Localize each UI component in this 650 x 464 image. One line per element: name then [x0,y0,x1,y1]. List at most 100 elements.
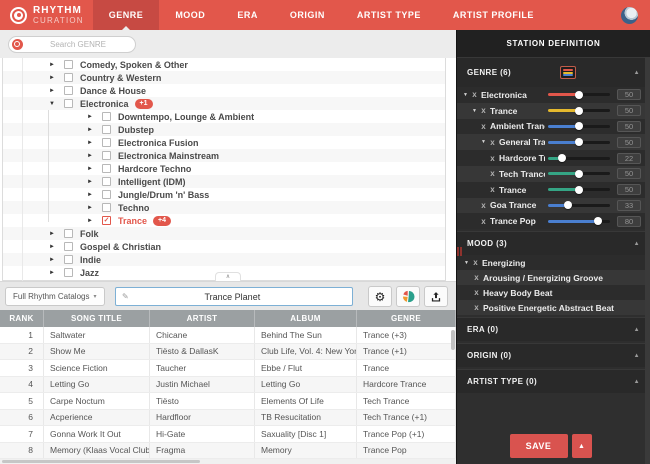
panel-scrollbar-track[interactable] [645,57,650,464]
slider-thumb[interactable] [575,122,583,130]
tab-artist-type[interactable]: ARTIST TYPE [341,0,437,30]
collapse-arrow-icon[interactable]: ▲ [634,70,640,76]
tree-item[interactable]: ►Jungle/Drum 'n' Bass [3,188,445,201]
slider-track[interactable] [548,125,610,128]
slider-track[interactable] [548,204,610,207]
slider-thumb[interactable] [575,138,583,146]
table-row[interactable]: 8Memory (Klaas Vocal Club Mix)FragmaMemo… [0,443,456,460]
expand-arrow-icon[interactable]: ► [83,205,97,211]
section-header-artist-type[interactable]: ARTIST TYPE (0) ▲ [457,369,650,393]
column-header[interactable]: GENRE [357,310,456,327]
tree-item[interactable]: ►✓Trance+4 [3,214,445,227]
expand-arrow-icon[interactable]: ► [83,166,97,172]
table-row[interactable]: 3Science FictionTaucherEbbe / FlutTrance [0,360,456,377]
tree-item[interactable]: ►Folk [3,227,445,240]
expand-arrow-icon[interactable]: ► [83,192,97,198]
search-input[interactable] [23,40,146,49]
slider-thumb[interactable] [575,91,583,99]
expand-arrow-icon[interactable]: ► [45,62,59,68]
slider-value-input[interactable]: 50 [617,137,641,148]
tree-item[interactable]: ►Hardcore Techno [3,162,445,175]
remove-icon[interactable]: x [472,303,481,312]
tree-collapse-button[interactable]: ∧ [215,272,241,281]
collapse-arrow-icon[interactable]: ▲ [634,379,640,385]
tree-item[interactable]: ▼Electronica+1 [3,97,445,110]
table-row[interactable]: 4Letting GoJustin MichaelLetting GoHardc… [0,377,456,394]
slider-track[interactable] [548,109,610,112]
tree-checkbox[interactable] [102,125,111,134]
tree-item[interactable]: ►Dubstep [3,123,445,136]
collapse-arrow-icon[interactable]: ▲ [634,241,640,247]
expand-arrow-icon[interactable]: ► [83,114,97,120]
collapse-arrow-icon[interactable]: ▼ [479,139,488,145]
tree-item[interactable]: ►Dance & House [3,84,445,97]
tree-checkbox[interactable] [102,177,111,186]
slider-value-input[interactable]: 50 [617,105,641,116]
tree-item[interactable]: ►Gospel & Christian [3,240,445,253]
section-header-era[interactable]: ERA (0) ▲ [457,317,650,341]
table-hscrollbar-track[interactable] [0,459,456,464]
expand-arrow-icon[interactable]: ► [45,244,59,250]
expand-arrow-icon[interactable]: ► [83,179,97,185]
table-hscrollbar-thumb[interactable] [2,460,200,463]
tree-item[interactable]: ►Techno [3,201,445,214]
tree-item[interactable]: ►Indie [3,253,445,266]
collapse-arrow-icon[interactable]: ▼ [470,108,479,114]
remove-icon[interactable]: x [479,217,488,226]
remove-icon[interactable]: x [470,90,479,99]
slider-track[interactable] [548,172,610,175]
tree-checkbox[interactable] [102,112,111,121]
tree-item[interactable]: ►Electronica Fusion [3,136,445,149]
collapse-arrow-icon[interactable]: ▼ [45,101,59,107]
remove-icon[interactable]: x [488,169,497,178]
slider-thumb[interactable] [558,154,566,162]
tree-checkbox[interactable] [64,99,73,108]
color-sliders-icon[interactable] [560,66,576,79]
search-field[interactable] [8,36,136,53]
expand-arrow-icon[interactable]: ► [45,75,59,81]
remove-icon[interactable]: x [471,258,480,267]
tree-checkbox[interactable] [64,242,73,251]
remove-icon[interactable]: x [479,122,488,131]
tree-checkbox[interactable] [102,151,111,160]
tree-checkbox[interactable] [64,86,73,95]
expand-arrow-icon[interactable]: ► [83,218,97,224]
tree-checkbox[interactable] [64,73,73,82]
collapse-arrow-icon[interactable]: ▼ [462,260,471,266]
tree-checkbox[interactable] [64,268,73,277]
station-name-input[interactable] [129,292,336,302]
section-header-mood[interactable]: MOOD (3) ▲ [457,231,650,255]
remove-icon[interactable]: x [488,138,497,147]
column-header[interactable]: RANK [0,310,44,327]
column-header[interactable]: SONG TITLE [44,310,150,327]
slider-track[interactable] [548,141,610,144]
tab-mood[interactable]: MOOD [159,0,221,30]
expand-arrow-icon[interactable]: ► [45,257,59,263]
expand-arrow-icon[interactable]: ► [45,88,59,94]
export-button[interactable] [424,286,448,307]
slider-track[interactable] [548,157,610,160]
slider-value-input[interactable]: 80 [617,216,641,227]
slider-thumb[interactable] [575,170,583,178]
remove-icon[interactable]: x [488,185,497,194]
station-name-field[interactable]: ✎ [115,287,353,306]
slider-track[interactable] [548,220,610,223]
tab-artist-profile[interactable]: ARTIST PROFILE [437,0,550,30]
tree-checkbox[interactable] [64,255,73,264]
expand-arrow-icon[interactable]: ► [83,140,97,146]
slider-value-input[interactable]: 22 [617,153,641,164]
tree-checkbox[interactable] [102,190,111,199]
settings-button[interactable]: ⚙ [368,286,392,307]
remove-icon[interactable]: x [472,273,481,282]
table-row[interactable]: 5Carpe NoctumTiëstoElements Of LifeTech … [0,393,456,410]
slider-value-input[interactable]: 50 [617,184,641,195]
tree-item[interactable]: ►Country & Western [3,71,445,84]
slider-thumb[interactable] [594,217,602,225]
table-row[interactable]: 2Show MeTiësto & DallasKClub Life, Vol. … [0,344,456,361]
tab-genre[interactable]: GENRE [93,0,160,30]
slider-value-input[interactable]: 50 [617,168,641,179]
slider-value-input[interactable]: 50 [617,121,641,132]
tree-item[interactable]: ►Intelligent (IDM) [3,175,445,188]
slider-track[interactable] [548,93,610,96]
tree-checkbox[interactable] [64,229,73,238]
